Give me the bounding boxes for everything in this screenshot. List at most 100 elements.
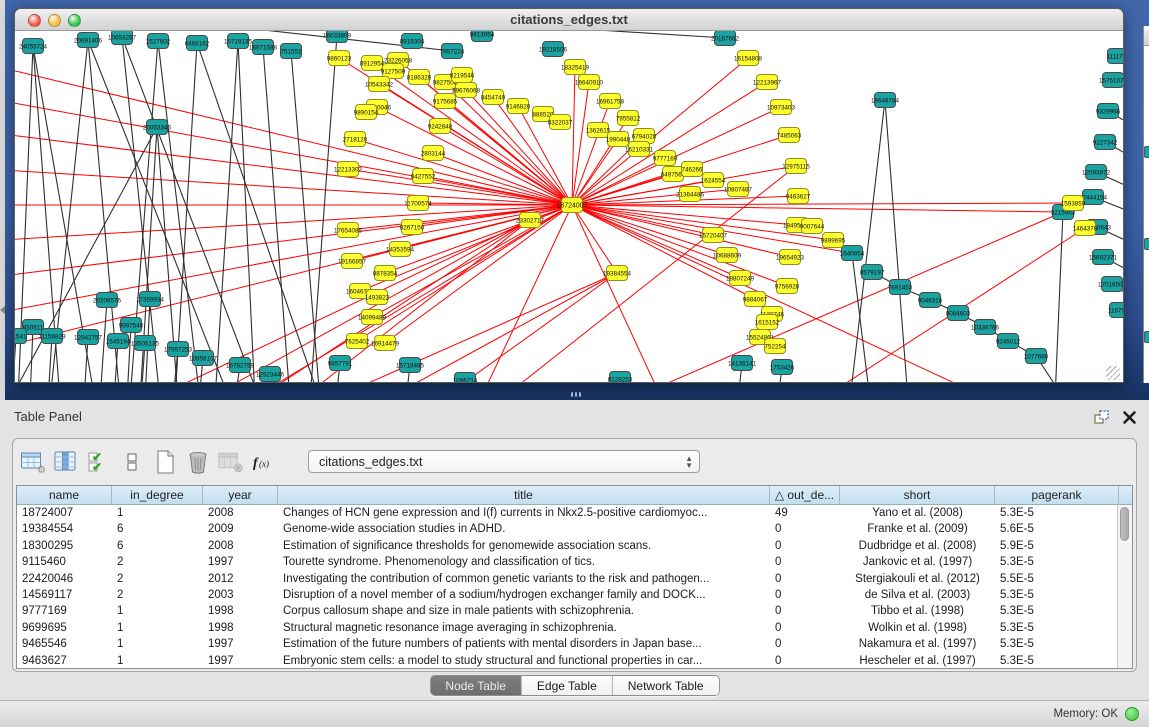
graph-node[interactable]: 1167533 <box>1108 303 1123 318</box>
graph-node[interactable]: 11156829 <box>38 329 66 344</box>
tab-node-table[interactable]: Node Table <box>430 676 522 695</box>
show-columns-icon[interactable] <box>52 449 79 476</box>
graph-node[interactable]: 1493822 <box>365 290 390 305</box>
graph-node[interactable]: 24055724 <box>19 39 48 54</box>
table-row[interactable]: 946554611997Estimation of the future num… <box>17 636 1132 652</box>
panel-close-icon[interactable] <box>1122 410 1137 430</box>
graph-node[interactable]: 20691406 <box>74 33 103 48</box>
graph-node[interactable]: 1615152 <box>755 315 780 330</box>
graph-node[interactable]: 9756928 <box>775 279 800 294</box>
graph-node[interactable]: 10688609 <box>713 248 742 263</box>
split-divider-grip[interactable] <box>570 391 582 398</box>
graph-node[interactable]: 14136141 <box>728 356 757 371</box>
table-row[interactable]: 1456911722003Disruption of a novel membe… <box>17 587 1132 603</box>
graph-node[interactable]: 12923446 <box>256 367 285 382</box>
graph-node[interactable]: 8186328 <box>407 70 432 85</box>
table-select-dropdown[interactable]: citations_edges.txt ▲▼ <box>308 450 700 473</box>
graph-node[interactable]: 15751074 <box>1099 73 1123 88</box>
graph-node[interactable]: 14353594 <box>386 242 415 257</box>
graph-node[interactable]: 10543342 <box>365 77 394 92</box>
graph-node[interactable]: 2803144 <box>421 146 446 161</box>
graph-node[interactable]: 8219546 <box>450 68 475 83</box>
graph-node[interactable]: 11700574 <box>404 196 432 211</box>
graph-node[interactable]: 7485063 <box>777 128 802 143</box>
column-header-name[interactable]: name <box>17 486 112 504</box>
graph-node[interactable]: 7955812 <box>616 111 641 126</box>
graph-node[interactable]: 1640954 <box>840 246 865 261</box>
graph-node[interactable]: 9860123 <box>327 51 352 66</box>
graph-node[interactable]: 12942757 <box>74 330 103 345</box>
table-row[interactable]: 2242004622012Investigating the contribut… <box>17 571 1132 587</box>
graph-node[interactable]: 752254 <box>764 339 786 354</box>
column-header-in_degree[interactable]: in_degree <box>112 486 203 504</box>
graph-node[interactable]: 9890154 <box>354 105 379 120</box>
graph-node[interactable]: 9007644 <box>800 219 825 234</box>
graph-node[interactable]: 9146820 <box>506 99 531 114</box>
graph-node[interactable]: 16782759 <box>226 358 255 373</box>
graph-node[interactable]: 10973403 <box>767 100 796 115</box>
graph-node[interactable]: 15692371 <box>1089 250 1118 265</box>
graph-node[interactable]: 17957253 <box>164 342 193 357</box>
graph-node[interactable]: 9857791 <box>328 356 353 371</box>
table-row[interactable]: 977716911998Corpus callosum shape and si… <box>17 603 1132 619</box>
graph-node[interactable]: 1464378 <box>1073 221 1098 236</box>
graph-node[interactable]: 2718120 <box>343 132 368 147</box>
table-row[interactable]: 911546021997Tourette syndrome. Phenomeno… <box>17 554 1132 570</box>
zoom-button[interactable] <box>68 14 81 27</box>
graph-node[interactable]: 1545194 <box>106 334 131 349</box>
graph-node[interactable]: 17359934 <box>136 292 165 307</box>
graph-node[interactable]: 20187662 <box>711 31 740 46</box>
graph-node[interactable]: 8579197 <box>860 265 885 280</box>
table-row[interactable]: 969969511998Structural magnetic resonanc… <box>17 620 1132 636</box>
graph-node[interactable]: 7691453 <box>888 280 913 295</box>
graph-node[interactable]: 10336766 <box>971 320 1000 335</box>
graph-node[interactable]: 12213967 <box>753 75 782 90</box>
graph-node[interactable]: 16154808 <box>734 51 763 66</box>
graph-node[interactable]: 16640910 <box>575 75 604 90</box>
table-row[interactable]: 1938455462009Genome-wide association stu… <box>17 521 1132 537</box>
graph-node[interactable]: 18807249 <box>726 271 755 286</box>
graph-node[interactable]: 20053346 <box>143 120 172 135</box>
column-header-short[interactable]: short <box>840 486 995 504</box>
graph-node[interactable]: 9245012 <box>996 334 1021 349</box>
delete-rows-icon[interactable] <box>184 449 211 476</box>
graph-node[interactable]: 9329966 <box>1096 104 1121 119</box>
graph-node[interactable]: 746266 <box>681 162 703 177</box>
graph-node[interactable]: 8427552 <box>411 169 436 184</box>
table-scrollbar-thumb[interactable] <box>1120 507 1129 541</box>
graph-node[interactable]: 17016504 <box>1098 277 1123 292</box>
graph-node[interactable]: 15720407 <box>699 228 728 243</box>
column-header-year[interactable]: year <box>203 486 278 504</box>
graph-node[interactable]: 8918304 <box>400 34 425 49</box>
graph-node[interactable]: 8878354 <box>373 266 398 281</box>
network-canvas[interactable]: 2405572420691406106532871527602646616210… <box>15 31 1123 383</box>
graph-node[interactable]: 9175685 <box>433 94 458 109</box>
panel-collapse-arrow-icon[interactable] <box>0 306 5 314</box>
graph-node[interactable]: 29676068 <box>452 83 481 98</box>
graph-node[interactable]: 6466162 <box>185 36 210 51</box>
window-titlebar[interactable]: citations_edges.txt <box>15 9 1123 31</box>
new-table-icon[interactable] <box>151 449 178 476</box>
graph-node[interactable]: 8454749 <box>481 90 506 105</box>
graph-node[interactable]: 16671588 <box>249 40 278 55</box>
graph-node[interactable]: 16033809 <box>323 31 352 43</box>
graph-node[interactable]: 9777169 <box>653 151 678 166</box>
graph-node[interactable]: 19384554 <box>603 266 632 281</box>
graph-node[interactable]: 8084603 <box>946 306 971 321</box>
select-columns-icon[interactable]: ✔✔ <box>85 449 112 476</box>
table-mode-icon[interactable]: ⚙ <box>19 449 46 476</box>
graph-node[interactable]: 8128253 <box>608 372 633 384</box>
graph-node[interactable]: 21364486 <box>676 187 705 202</box>
graph-node[interactable]: 9463627 <box>786 189 811 204</box>
graph-node[interactable]: 20206576 <box>93 293 122 308</box>
graph-node[interactable]: 19218506 <box>539 42 568 57</box>
graph-node[interactable]: 23302717 <box>516 213 545 228</box>
graph-node[interactable]: 9997548 <box>119 318 144 333</box>
window-resize-grip[interactable] <box>1106 366 1120 380</box>
graph-node[interactable]: 12975115 <box>782 159 810 174</box>
panel-float-icon[interactable] <box>1092 408 1110 431</box>
graph-node[interactable]: 8322037 <box>548 115 573 130</box>
graph-node[interactable]: 1593859 <box>1061 196 1086 211</box>
graph-node[interactable]: 391541 <box>15 329 27 344</box>
graph-node[interactable]: 751552 <box>280 44 302 59</box>
